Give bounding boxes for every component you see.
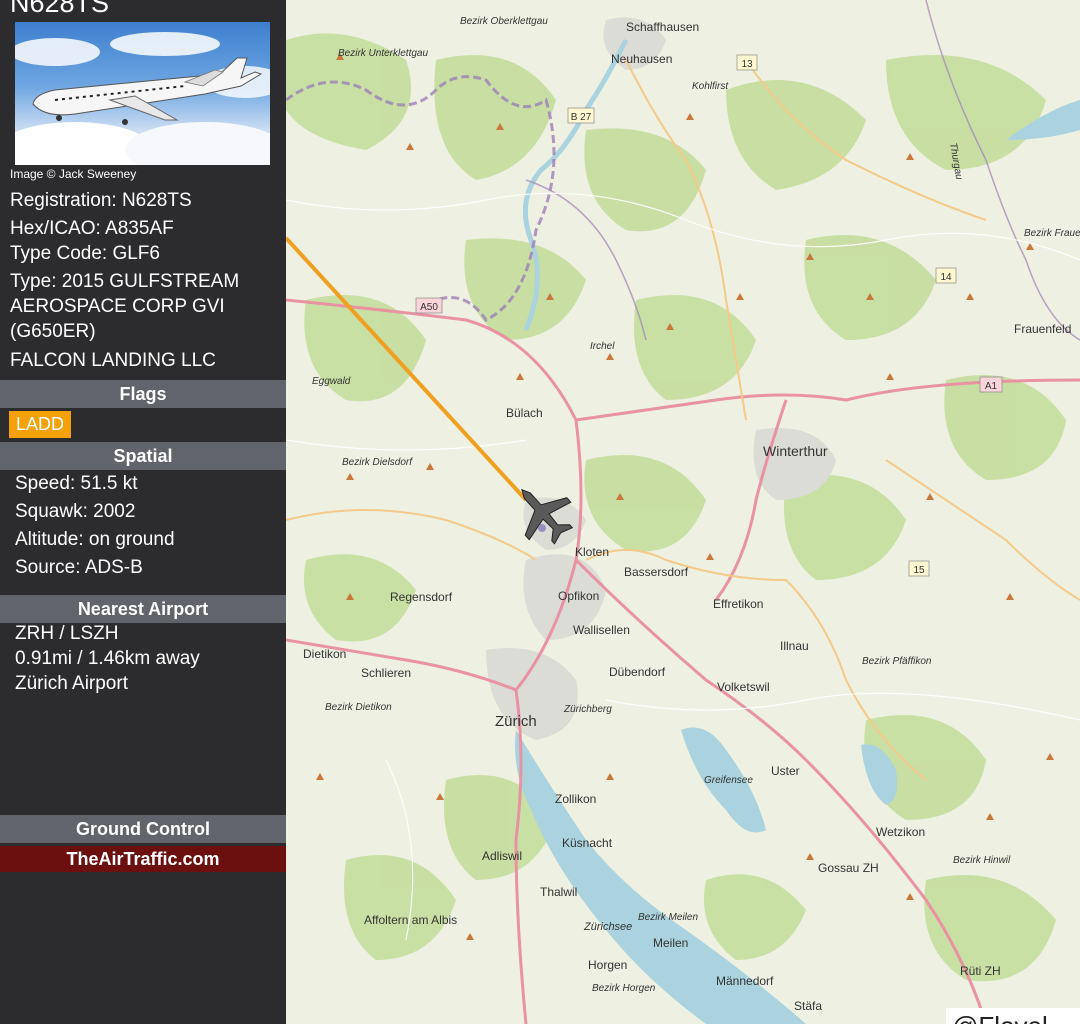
- place-label: Bezirk Dielsdorf: [342, 457, 413, 468]
- place-label: Schlieren: [361, 666, 411, 680]
- map-view[interactable]: B 27 13 A50 14 A1 15 Schaffhausen Neuhau…: [286, 0, 1080, 1024]
- place-label: Frauenfeld: [1014, 322, 1071, 336]
- place-label: Greifensee: [704, 775, 753, 786]
- place-label: Bezirk Horgen: [592, 983, 656, 994]
- status-header: Ground Control: [0, 815, 286, 843]
- place-label: Bezirk Meilen: [638, 912, 698, 923]
- aircraft-callsign: N628TS: [10, 0, 110, 18]
- road-shield: 13: [741, 59, 753, 70]
- squawk: Squawk: 2002: [15, 501, 136, 522]
- place-label: Küsnacht: [562, 836, 613, 850]
- road-shield: 15: [913, 565, 925, 576]
- speed: Speed: 51.5 kt: [15, 473, 138, 494]
- place-label: Kohlfirst: [692, 81, 729, 92]
- source: Source: ADS-B: [15, 557, 143, 578]
- place-label: Wetzikon: [876, 825, 925, 839]
- place-label: Zürichberg: [563, 704, 612, 715]
- place-label: Bezirk Pfäffikon: [862, 656, 932, 667]
- place-label: Zürich: [495, 713, 537, 730]
- flag-badge-ladd: LADD: [9, 411, 72, 438]
- airport-code: ZRH / LSZH: [15, 623, 119, 644]
- road-shield: A1: [985, 381, 998, 392]
- place-label: Dietikon: [303, 647, 346, 661]
- place-label: Uster: [771, 764, 800, 778]
- map-attribution: @Flevel: [946, 1008, 1080, 1024]
- place-label: Bassersdorf: [624, 565, 689, 579]
- place-label: Zürichsee: [583, 921, 632, 933]
- airport-distance: 0.91mi / 1.46km away: [15, 648, 200, 669]
- nearest-airport-header: Nearest Airport: [0, 595, 286, 623]
- place-label: Wallisellen: [573, 623, 630, 637]
- place-label: Bezirk Hinwil: [953, 855, 1011, 866]
- theairtraffic-link[interactable]: TheAirTraffic.com: [0, 846, 286, 872]
- map-canvas[interactable]: B 27 13 A50 14 A1 15 Schaffhausen Neuhau…: [286, 0, 1080, 1024]
- flags-header: Flags: [0, 380, 286, 408]
- road-shield: A50: [420, 302, 438, 313]
- altitude: Altitude: on ground: [15, 529, 175, 550]
- place-label: Neuhausen: [611, 52, 672, 66]
- place-label: Schaffhausen: [626, 20, 699, 34]
- airport-marker: [538, 524, 546, 532]
- place-label: Männedorf: [716, 974, 774, 988]
- place-label: Effretikon: [713, 597, 763, 611]
- place-label: Kloten: [575, 545, 609, 559]
- place-label: Zollikon: [555, 792, 596, 806]
- aircraft-photo: [15, 22, 270, 165]
- place-label: Bezirk Dietikon: [325, 702, 392, 713]
- spatial-header: Spatial: [0, 442, 286, 470]
- road-shield: B 27: [571, 112, 592, 123]
- place-label: Thalwil: [540, 885, 577, 899]
- airport-name: Zürich Airport: [15, 673, 128, 694]
- aircraft-type: Type: 2015 GULFSTREAM AEROSPACE CORP GVI…: [10, 271, 240, 342]
- place-label: Eggwald: [312, 376, 351, 387]
- place-label: Meilen: [653, 936, 688, 950]
- place-label: Bülach: [506, 406, 543, 420]
- place-label: Gossau ZH: [818, 861, 879, 875]
- place-label: Volketswil: [717, 680, 770, 694]
- place-label: Rüti ZH: [960, 964, 1001, 978]
- place-label: Stäfa: [794, 999, 822, 1013]
- hex-icao: Hex/ICAO: A835AF: [10, 218, 174, 239]
- place-label: Dübendorf: [609, 665, 666, 679]
- owner: FALCON LANDING LLC: [10, 350, 216, 371]
- photo-credit: Image © Jack Sweeney: [10, 167, 137, 181]
- road-shield: 14: [940, 272, 952, 283]
- aircraft-info-panel: N628TS Image © Jack Sweeney Registration…: [0, 0, 286, 1024]
- place-label: Illnau: [780, 639, 809, 653]
- place-label: Bezirk Oberklettgau: [460, 16, 548, 27]
- place-label: Bezirk Frauenfeld: [1024, 228, 1080, 239]
- place-label: Adliswil: [482, 849, 522, 863]
- place-label: Irchel: [590, 341, 615, 352]
- place-label: Opfikon: [558, 589, 599, 603]
- place-label: Regensdorf: [390, 590, 453, 604]
- place-label: Bezirk Unterklettgau: [338, 48, 428, 59]
- place-label: Winterthur: [763, 443, 828, 459]
- registration: Registration: N628TS: [10, 190, 192, 211]
- place-label: Affoltern am Albis: [364, 913, 457, 927]
- type-code: Type Code: GLF6: [10, 243, 160, 264]
- place-label: Horgen: [588, 958, 627, 972]
